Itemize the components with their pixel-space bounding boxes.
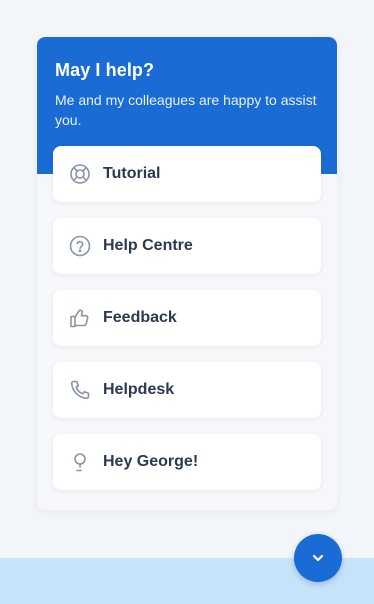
panel-title: May I help? xyxy=(55,60,155,80)
menu-item-label: Hey George! xyxy=(103,453,199,470)
assistant-icon xyxy=(69,451,91,473)
panel-subtitle: Me and my colleagues are happy to assist… xyxy=(55,92,317,128)
chevron-down-icon xyxy=(310,550,326,566)
thumbs-up-icon xyxy=(69,307,91,329)
menu-item-label: Helpdesk xyxy=(103,381,175,398)
menu-item-tutorial[interactable]: Tutorial xyxy=(53,146,321,202)
menu-item-helpdesk[interactable]: Helpdesk xyxy=(53,362,321,418)
menu-item-label: Tutorial xyxy=(103,165,161,182)
question-circle-icon xyxy=(69,235,91,257)
menu-item-label: Help Centre xyxy=(103,237,193,254)
phone-icon xyxy=(69,379,91,401)
menu-item-hey-george[interactable]: Hey George! xyxy=(53,434,321,490)
collapse-button[interactable] xyxy=(294,534,342,582)
menu-item-help-centre[interactable]: Help Centre xyxy=(53,218,321,274)
menu-item-feedback[interactable]: Feedback xyxy=(53,290,321,346)
help-panel: May I help? Me and my colleagues are hap… xyxy=(37,37,337,510)
lifebuoy-icon xyxy=(69,163,91,185)
menu-item-label: Feedback xyxy=(103,309,177,326)
